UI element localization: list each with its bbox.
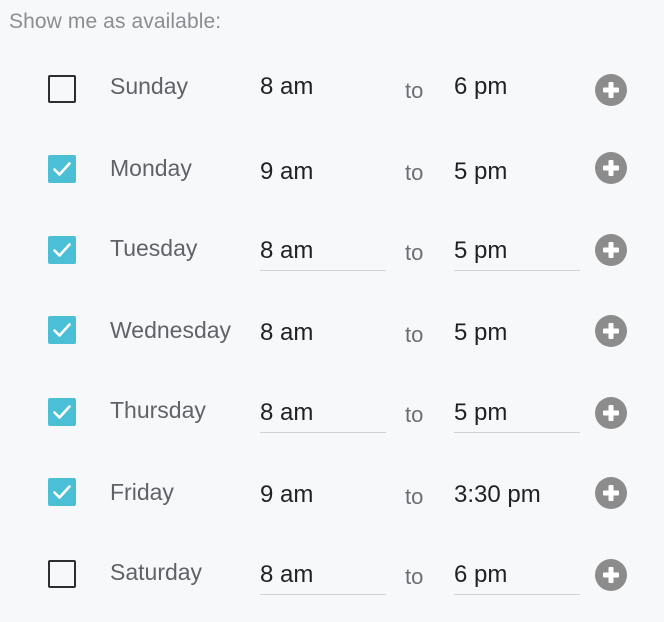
to-label: to <box>405 402 424 427</box>
end-time-field[interactable]: 5 pm <box>454 319 580 353</box>
plus-circle-icon[interactable] <box>595 397 627 429</box>
start-time-field[interactable]: 8 am <box>260 237 386 271</box>
day-label: Tuesday <box>110 235 198 261</box>
monday-checkbox[interactable] <box>48 155 76 183</box>
end-time-field[interactable]: 6 pm <box>454 561 580 595</box>
start-time-field[interactable]: 8 am <box>260 399 386 433</box>
saturday-checkbox[interactable] <box>48 560 76 588</box>
wednesday-checkbox[interactable] <box>48 316 76 344</box>
day-row-saturday: Saturday 8 am to 6 pm <box>0 544 664 604</box>
availability-heading: Show me as available: <box>9 10 222 33</box>
plus-circle-icon[interactable] <box>595 74 627 106</box>
end-time-field[interactable]: 5 pm <box>454 237 580 271</box>
day-label: Thursday <box>110 397 206 423</box>
day-label: Saturday <box>110 559 203 585</box>
start-time-field[interactable]: 8 am <box>260 319 386 353</box>
day-row-wednesday: Wednesday 8 am to 5 pm <box>0 302 664 362</box>
end-time-field[interactable]: 5 pm <box>454 399 580 433</box>
start-time-field[interactable]: 8 am <box>260 73 386 107</box>
day-row-thursday: Thursday 8 am to 5 pm <box>0 382 664 442</box>
plus-circle-icon[interactable] <box>595 234 627 266</box>
tuesday-checkbox[interactable] <box>48 236 76 264</box>
friday-checkbox[interactable] <box>48 478 76 506</box>
start-time-field[interactable]: 9 am <box>260 481 386 515</box>
to-label: to <box>405 322 424 347</box>
to-label: to <box>405 160 424 185</box>
to-label: to <box>405 78 424 103</box>
to-label: to <box>405 484 424 509</box>
day-label: Wednesday <box>110 317 232 343</box>
plus-circle-icon[interactable] <box>595 315 627 347</box>
plus-circle-icon[interactable] <box>595 152 627 184</box>
end-time-field[interactable]: 5 pm <box>454 158 580 192</box>
end-time-field[interactable]: 3:30 pm <box>454 481 580 515</box>
plus-circle-icon[interactable] <box>595 559 627 591</box>
day-row-sunday: Sunday 8 am to 6 pm <box>0 58 664 118</box>
start-time-field[interactable]: 9 am <box>260 158 386 192</box>
day-label: Monday <box>110 155 192 181</box>
day-row-tuesday: Tuesday 8 am to 5 pm <box>0 220 664 280</box>
day-label: Sunday <box>110 73 189 99</box>
day-label: Friday <box>110 479 174 505</box>
thursday-checkbox[interactable] <box>48 398 76 426</box>
sunday-checkbox[interactable] <box>48 75 76 103</box>
plus-circle-icon[interactable] <box>595 477 627 509</box>
to-label: to <box>405 240 424 265</box>
start-time-field[interactable]: 8 am <box>260 561 386 595</box>
day-row-monday: Monday 9 am to 5 pm <box>0 140 664 200</box>
end-time-field[interactable]: 6 pm <box>454 73 580 107</box>
day-row-friday: Friday 9 am to 3:30 pm <box>0 464 664 524</box>
to-label: to <box>405 564 424 589</box>
